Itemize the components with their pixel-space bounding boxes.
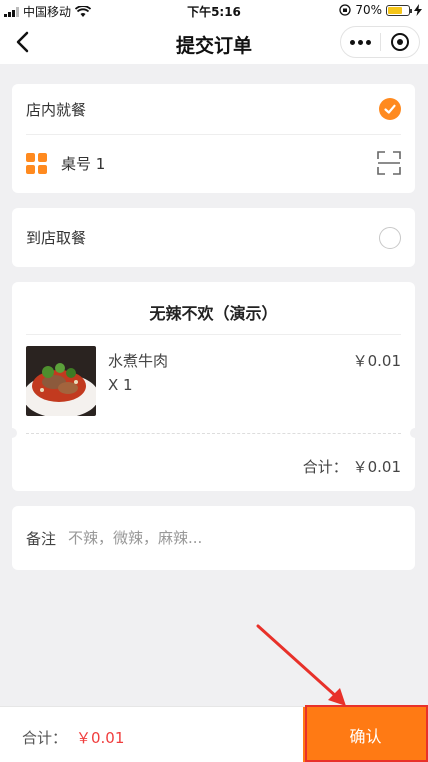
more-button[interactable] [341,27,380,57]
table-number-label: 桌号 1 [61,154,106,173]
shop-name: 无辣不欢（演示） [149,304,278,323]
takeout-label: 到店取餐 [26,229,87,247]
remark-label: 备注 [26,529,57,548]
dine-in-label: 店内就餐 [26,100,87,119]
bottom-bar: 合计： ￥0.01 确认 [0,706,428,762]
checked-icon[interactable] [379,98,401,120]
close-mini-program-button[interactable] [381,27,420,57]
takeout-option[interactable]: 到店取餐 [12,208,415,267]
battery-icon [386,4,412,16]
annotation-arrow [256,624,346,706]
food-quantity: X 1 [108,376,133,394]
divider [26,334,401,335]
order-card: 无辣不欢（演示） 水煮牛肉 X 1 ￥0.01 合计： ￥0.01 [7,282,420,491]
charging-icon [414,4,422,16]
mini-program-capsule [340,26,420,58]
subtotal-label: 合计： [302,458,348,476]
status-bar: 中国移动 下午5:16 70% [0,0,428,20]
more-icon [349,39,371,45]
food-image [26,346,96,416]
subtotal-value: ￥0.01 [352,458,401,476]
battery-percent: 70% [355,3,382,17]
scan-icon[interactable] [377,151,401,175]
food-name: 水煮牛肉 [108,352,169,370]
nav-bar: 提交订单 [0,20,428,64]
confirm-button[interactable]: 确认 [303,707,428,762]
status-right: 70% [339,3,422,17]
remark-input[interactable] [68,529,369,547]
order-subtotal: 合计： ￥0.01 [303,456,401,477]
dine-in-option[interactable]: 店内就餐 [12,84,415,134]
total-amount: ￥0.01 [76,729,125,747]
food-price: ￥0.01 [352,352,401,370]
table-number-row: 桌号 1 [12,136,415,190]
remark-card: 备注 [12,506,415,570]
remark-row: 备注 [12,506,415,570]
total-label: 合计： [22,729,68,747]
dine-in-card: 店内就餐 桌号 1 [12,84,415,193]
ticket-notch-left [7,428,17,438]
dashed-divider [26,433,401,434]
target-icon [390,33,409,51]
orientation-lock-icon [339,4,351,16]
ticket-notch-right [410,428,420,438]
unchecked-icon[interactable] [379,226,401,249]
takeout-card: 到店取餐 [12,208,415,267]
grid-icon [26,152,47,174]
divider [26,134,401,135]
